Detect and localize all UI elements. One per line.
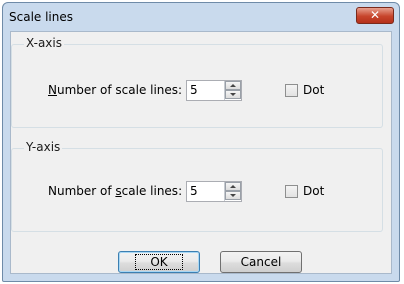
xaxis-spin-up-button[interactable] (225, 81, 241, 90)
window-title: Scale lines (9, 10, 74, 24)
xaxis-legend: X-axis (24, 36, 64, 50)
yaxis-label-post: cale lines: (121, 184, 183, 198)
xaxis-label-accelerator: N (48, 83, 57, 97)
yaxis-dot-label[interactable]: Dot (303, 184, 324, 198)
yaxis-spin-buttons (224, 182, 241, 201)
xaxis-dot-checkbox[interactable] (285, 84, 298, 97)
yaxis-dot-checkbox[interactable] (285, 185, 298, 198)
title-bar[interactable]: Scale lines ✕ (3, 3, 399, 31)
yaxis-scale-lines-value[interactable]: 5 (190, 184, 198, 198)
ok-button[interactable]: OK (118, 251, 200, 273)
arrow-up-icon (230, 185, 236, 188)
xaxis-scale-lines-label: Number of scale lines: (48, 83, 182, 97)
yaxis-spin-up-button[interactable] (225, 182, 241, 191)
arrow-down-icon (230, 93, 236, 96)
xaxis-scale-lines-value[interactable]: 5 (190, 83, 198, 97)
close-icon: ✕ (369, 8, 381, 22)
close-button[interactable]: ✕ (356, 7, 394, 24)
xaxis-label-post: umber of scale lines: (56, 83, 183, 97)
yaxis-group: Y-axis Number of scale lines: 5 Dot (11, 140, 383, 232)
xaxis-spin-buttons (224, 81, 241, 100)
cancel-button-label: Cancel (240, 255, 282, 269)
yaxis-legend: Y-axis (24, 140, 63, 154)
arrow-up-icon (230, 84, 236, 87)
yaxis-spin-down-button[interactable] (225, 191, 241, 200)
arrow-down-icon (230, 194, 236, 197)
cancel-button[interactable]: Cancel (220, 251, 302, 273)
yaxis-scale-lines-spinner[interactable]: 5 (186, 181, 242, 202)
xaxis-group: X-axis Number of scale lines: 5 Dot (11, 36, 383, 128)
yaxis-label-pre: Number of (48, 184, 116, 198)
xaxis-dot-label[interactable]: Dot (303, 83, 324, 97)
xaxis-spin-down-button[interactable] (225, 90, 241, 99)
yaxis-scale-lines-label: Number of scale lines: (48, 184, 182, 198)
xaxis-scale-lines-spinner[interactable]: 5 (186, 80, 242, 101)
ok-button-label: OK (135, 254, 183, 270)
